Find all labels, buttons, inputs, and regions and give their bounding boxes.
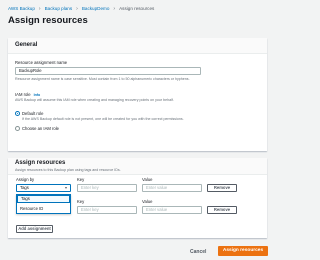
chevron-right-icon: ›	[76, 6, 78, 12]
general-panel-header: General	[8, 38, 267, 54]
chevron-down-icon	[65, 187, 67, 189]
default-role-label[interactable]: Default role	[22, 111, 43, 116]
value-label: Value	[142, 199, 153, 204]
breadcrumb-current: Assign resources	[119, 6, 155, 11]
assign-by-label: Assign by	[16, 177, 35, 182]
general-heading: General	[15, 42, 38, 48]
default-role-radio[interactable]	[15, 111, 20, 116]
assign-by-select[interactable]: Tags	[16, 184, 71, 192]
remove-button[interactable]: Remove	[207, 184, 237, 192]
cancel-button[interactable]: Cancel	[190, 249, 206, 255]
iam-role-hint: AWS Backup will assume this IAM role whe…	[15, 98, 174, 102]
iam-role-label-text: IAM role	[15, 92, 31, 97]
dropdown-option-tags[interactable]: Tags	[17, 195, 70, 203]
choose-iam-role-radio[interactable]	[15, 126, 20, 131]
resource-assignment-name-label: Resource assignment name	[15, 60, 68, 65]
key-input[interactable]: Enter key	[77, 184, 137, 192]
assign-by-dropdown-menu: Tags Resource ID	[16, 194, 71, 214]
assign-resources-panel-header: Assign resources Assign resources to thi…	[8, 158, 267, 175]
iam-role-info-link[interactable]: Info	[34, 93, 41, 97]
iam-role-label: IAM role Info	[15, 92, 40, 97]
breadcrumb-link-aws-backup[interactable]: AWS Backup	[8, 6, 35, 11]
key-label: Key	[77, 177, 85, 182]
default-role-hint: If the AWS Backup default role is not pr…	[22, 117, 184, 121]
value-label: Value	[142, 177, 153, 182]
dropdown-option-resource-id[interactable]: Resource ID	[17, 205, 70, 213]
value-input[interactable]: Enter value	[142, 184, 202, 192]
resource-assignment-name-hint: Resource assignment name is case sensiti…	[15, 77, 190, 81]
assign-by-select-value: Tags	[20, 185, 29, 190]
key-label: Key	[77, 199, 85, 204]
general-panel: General Resource assignment name BackupR…	[8, 38, 267, 151]
breadcrumb-link-backup-plans[interactable]: Backup plans	[45, 6, 73, 11]
assign-resources-subheading: Assign resources to this Backup plan usi…	[15, 168, 121, 172]
assign-resources-button[interactable]: Assign resources	[218, 246, 268, 256]
page-title: Assign resources	[8, 15, 88, 26]
breadcrumb-link-backupdemo[interactable]: BackupDemo	[82, 6, 110, 11]
add-assignment-button[interactable]: Add assignment	[16, 225, 53, 233]
assign-resources-heading: Assign resources	[15, 160, 66, 166]
chevron-right-icon: ›	[38, 6, 41, 12]
remove-button[interactable]: Remove	[207, 206, 237, 214]
chevron-right-icon: ›	[113, 6, 116, 12]
value-input[interactable]: Enter value	[142, 206, 202, 214]
key-input[interactable]: Enter key	[77, 206, 137, 214]
choose-iam-role-label[interactable]: Choose an IAM role	[22, 126, 59, 131]
breadcrumb: AWS Backup › Backup plans › BackupDemo › Assig…	[8, 6, 154, 12]
resource-assignment-name-input[interactable]: BackupRole	[15, 67, 201, 75]
